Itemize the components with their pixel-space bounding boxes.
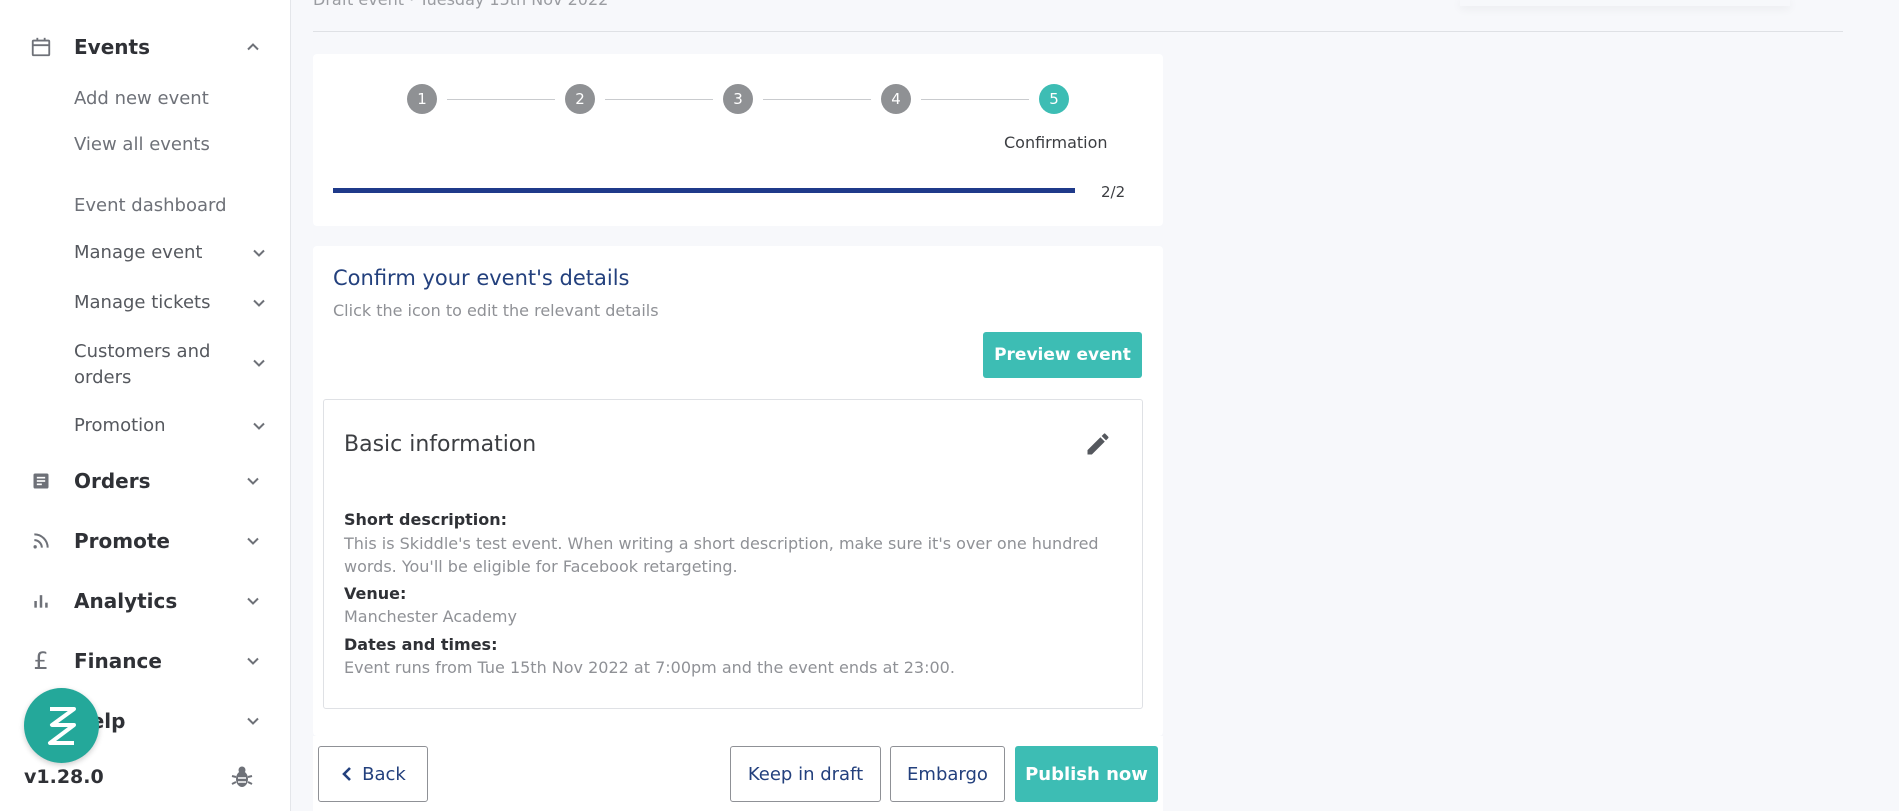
- step-connector: [447, 99, 555, 100]
- embargo-button[interactable]: Embargo: [890, 746, 1005, 802]
- nav-customers-orders[interactable]: Customers and orders: [74, 339, 269, 391]
- nav-add-new-event[interactable]: Add new event: [74, 88, 209, 109]
- nav-manage-event-label: Manage event: [74, 242, 203, 263]
- chevron-down-icon[interactable]: [243, 651, 263, 671]
- chevron-down-icon[interactable]: [243, 531, 263, 551]
- nav-finance-label: Finance: [74, 649, 162, 673]
- nav-customers-orders-label: Customers and orders: [74, 341, 211, 388]
- chevron-down-icon[interactable]: [243, 471, 263, 491]
- dates-times-label: Dates and times:: [344, 635, 498, 654]
- top-panel-edge: [1460, 0, 1790, 6]
- bar-chart-icon: [29, 589, 53, 613]
- sidebar: Events Add new event View all events Eve…: [0, 0, 291, 811]
- brand-logo-button[interactable]: [24, 688, 99, 763]
- chevron-down-icon[interactable]: [243, 591, 263, 611]
- step-1[interactable]: 1: [407, 84, 437, 114]
- publish-now-button[interactable]: Publish now: [1015, 746, 1158, 802]
- step-3[interactable]: 3: [723, 84, 753, 114]
- nav-finance[interactable]: £ Finance: [29, 643, 269, 679]
- progress-bar-fill: [333, 188, 1075, 193]
- stepper-card: 1 2 3 4 5 Confirmation 2/2: [313, 54, 1163, 226]
- basic-information-section: Basic information Short description: Thi…: [323, 399, 1143, 709]
- chevron-down-icon[interactable]: [249, 293, 269, 313]
- pencil-icon[interactable]: [1084, 430, 1114, 460]
- venue-value: Manchester Academy: [344, 607, 517, 626]
- nav-promote[interactable]: Promote: [29, 523, 269, 559]
- action-bar: Back Keep in draft Embargo Publish now: [313, 736, 1163, 811]
- step-connector: [921, 99, 1029, 100]
- chevron-up-icon[interactable]: [243, 37, 263, 57]
- keep-in-draft-button[interactable]: Keep in draft: [730, 746, 881, 802]
- step-5-label: Confirmation: [1004, 133, 1108, 152]
- step-connector: [605, 99, 713, 100]
- step-5[interactable]: 5: [1039, 84, 1069, 114]
- nav-events-label: Events: [74, 35, 150, 59]
- back-button[interactable]: Back: [318, 746, 428, 802]
- chevron-down-icon[interactable]: [249, 353, 269, 373]
- step-connector: [763, 99, 871, 100]
- nav-orders-label: Orders: [74, 469, 151, 493]
- short-description-value: This is Skiddle's test event. When writi…: [344, 534, 1099, 576]
- chevron-down-icon[interactable]: [249, 416, 269, 436]
- chevron-down-icon[interactable]: [243, 711, 263, 731]
- nav-manage-tickets[interactable]: Manage tickets: [74, 290, 269, 316]
- bug-icon[interactable]: [230, 764, 254, 790]
- version-label: v1.28.0: [24, 766, 104, 788]
- rss-icon: [29, 529, 53, 553]
- nav-event-dashboard[interactable]: Event dashboard: [74, 195, 227, 216]
- venue-label: Venue:: [344, 584, 407, 603]
- nav-promotion-label: Promotion: [74, 415, 166, 436]
- step-4[interactable]: 4: [881, 84, 911, 114]
- document-icon: [29, 469, 53, 493]
- progress-count: 2/2: [1101, 183, 1126, 201]
- progress-bar: [333, 188, 1075, 193]
- basic-information-title: Basic information: [344, 432, 537, 457]
- back-button-label: Back: [362, 763, 406, 785]
- short-description-label: Short description:: [344, 510, 508, 529]
- dates-times-value: Event runs from Tue 15th Nov 2022 at 7:0…: [344, 658, 955, 677]
- nav-analytics[interactable]: Analytics: [29, 583, 269, 619]
- pound-icon: £: [33, 647, 49, 675]
- nav-view-all-events[interactable]: View all events: [74, 134, 210, 155]
- nav-promotion[interactable]: Promotion: [74, 413, 269, 439]
- confirm-details-card: Confirm your event's details Click the i…: [313, 246, 1163, 736]
- nav-events[interactable]: Events: [29, 29, 269, 65]
- nav-orders[interactable]: Orders: [29, 463, 269, 499]
- calendar-icon: [29, 35, 53, 59]
- confirm-subtitle: Click the icon to edit the relevant deta…: [333, 301, 659, 320]
- nav-manage-tickets-label: Manage tickets: [74, 292, 211, 313]
- chevron-left-icon: [342, 767, 352, 781]
- nav-analytics-label: Analytics: [74, 589, 178, 613]
- step-2[interactable]: 2: [565, 84, 595, 114]
- confirm-title: Confirm your event's details: [333, 266, 630, 290]
- preview-event-button[interactable]: Preview event: [983, 332, 1142, 378]
- nav-promote-label: Promote: [74, 529, 170, 553]
- nav-manage-event[interactable]: Manage event: [74, 240, 269, 266]
- chevron-down-icon[interactable]: [249, 243, 269, 263]
